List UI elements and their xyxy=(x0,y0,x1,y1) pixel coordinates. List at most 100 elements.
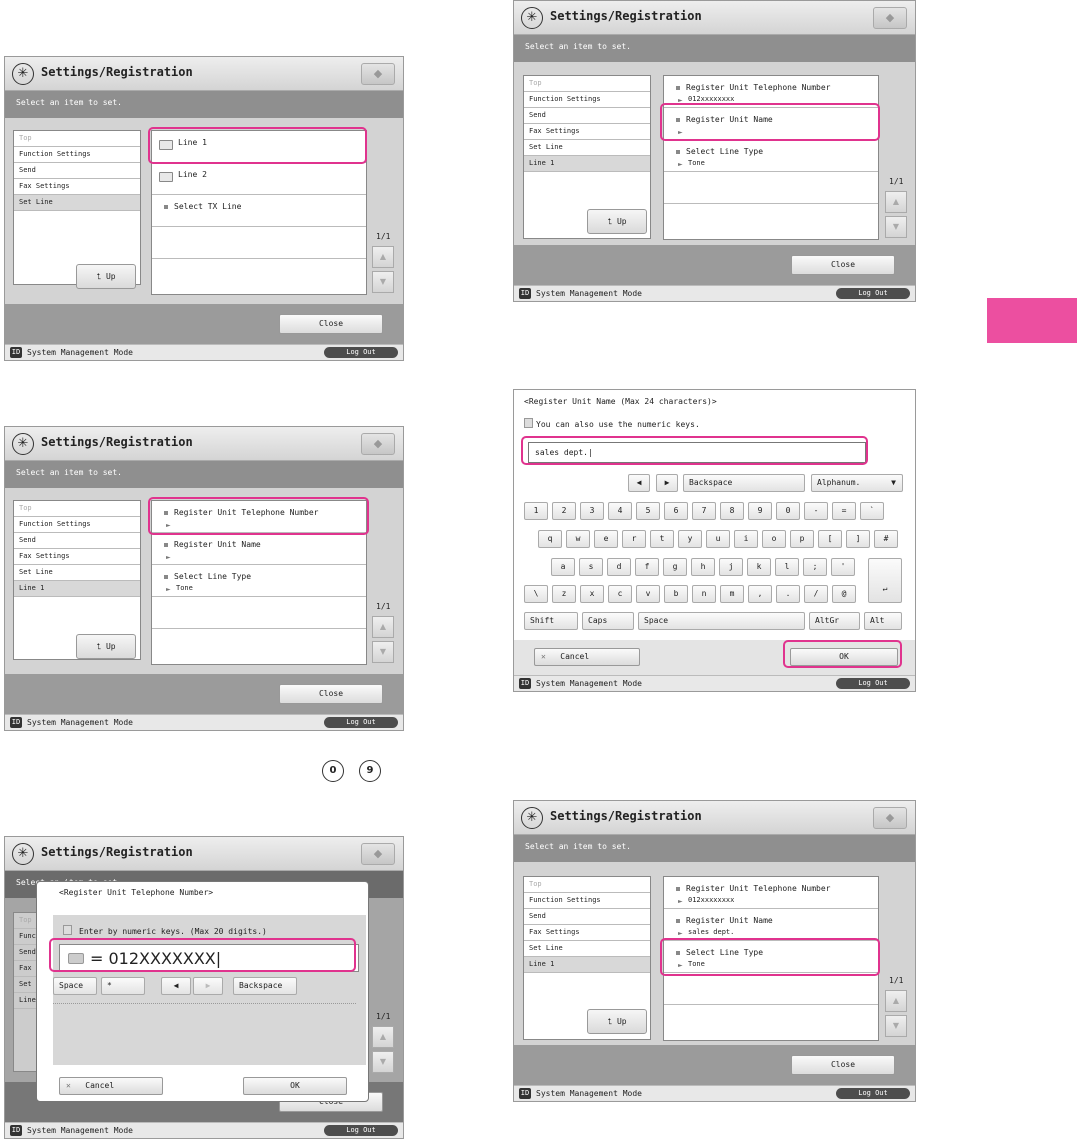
key-row4-9[interactable]: . xyxy=(776,585,800,603)
tree-item-function-settings[interactable]: Function Settings xyxy=(14,517,140,533)
key-row4-6[interactable]: n xyxy=(692,585,716,603)
key-row1-11[interactable]: = xyxy=(832,502,856,520)
ok-button[interactable]: OK xyxy=(790,648,898,666)
space-key[interactable]: Space xyxy=(53,977,97,995)
scroll-up-button[interactable]: ▲ xyxy=(372,616,394,638)
key-row1-3[interactable]: 4 xyxy=(608,502,632,520)
key-row2-3[interactable]: r xyxy=(622,530,646,548)
cursor-right-button[interactable]: ▶ xyxy=(656,474,678,492)
key-row3-7[interactable]: k xyxy=(747,558,771,576)
key-row1-10[interactable]: - xyxy=(804,502,828,520)
backspace-button[interactable]: Backspace xyxy=(683,474,805,492)
key-row3-8[interactable]: l xyxy=(775,558,799,576)
tel-number-input[interactable]: = 012XXXXXXX| xyxy=(59,944,359,972)
scroll-up-button[interactable]: ▲ xyxy=(372,246,394,268)
key-row2-11[interactable]: ] xyxy=(846,530,870,548)
key-row3-3[interactable]: f xyxy=(635,558,659,576)
key-row3-2[interactable]: d xyxy=(607,558,631,576)
shift-key[interactable]: Shift xyxy=(524,612,578,630)
tree-item-send[interactable]: Send xyxy=(524,909,650,925)
key-row3-6[interactable]: j xyxy=(719,558,743,576)
scroll-up-button[interactable]: ▲ xyxy=(885,191,907,213)
key-row1-4[interactable]: 5 xyxy=(636,502,660,520)
name-input[interactable]: sales dept.| xyxy=(528,442,866,463)
key-row4-11[interactable]: @ xyxy=(832,585,856,603)
cursor-left-button[interactable]: ◀ xyxy=(161,977,191,995)
ok-button[interactable]: OK xyxy=(243,1077,347,1095)
key-row4-0[interactable]: \ xyxy=(524,585,548,603)
cube-icon[interactable]: ◆ xyxy=(873,807,907,829)
tree-item-function-settings[interactable]: Function Settings xyxy=(14,147,140,163)
tree-item-function-settings[interactable]: Function Settings xyxy=(524,92,650,108)
key-row4-10[interactable]: / xyxy=(804,585,828,603)
tree-item-top[interactable]: Top xyxy=(14,501,140,517)
up-button[interactable]: ⮤ Up xyxy=(587,1009,647,1034)
cancel-button[interactable]: ✕ Cancel xyxy=(59,1077,163,1095)
tree-item-fax-settings[interactable]: Fax Settings xyxy=(524,925,650,941)
tree-item-set-line[interactable]: Set Line xyxy=(524,140,650,156)
key-row3-4[interactable]: g xyxy=(663,558,687,576)
key-row3-0[interactable]: a xyxy=(551,558,575,576)
key-row2-6[interactable]: u xyxy=(706,530,730,548)
list-item[interactable]: Register Unit Name ► sales dept. xyxy=(664,909,878,941)
tree-item-send[interactable]: Send xyxy=(14,533,140,549)
cube-icon[interactable]: ◆ xyxy=(361,433,395,455)
caps-key[interactable]: Caps xyxy=(582,612,634,630)
logout-button[interactable]: Log Out xyxy=(836,678,910,689)
list-item[interactable]: Select Line Type ► Tone xyxy=(152,565,366,597)
key-row4-5[interactable]: b xyxy=(664,585,688,603)
close-button[interactable]: Close xyxy=(791,255,895,275)
key-row1-9[interactable]: 0 xyxy=(776,502,800,520)
key-row1-8[interactable]: 9 xyxy=(748,502,772,520)
key-row1-5[interactable]: 6 xyxy=(664,502,688,520)
key-row2-1[interactable]: w xyxy=(566,530,590,548)
list-item[interactable]: Line 1 xyxy=(152,131,366,163)
list-item[interactable]: Register Unit Name ► xyxy=(664,108,878,140)
cursor-left-button[interactable]: ◀ xyxy=(628,474,650,492)
key-row1-7[interactable]: 8 xyxy=(720,502,744,520)
key-row4-4[interactable]: v xyxy=(636,585,660,603)
up-button[interactable]: ⮤ Up xyxy=(76,634,136,659)
tree-item-set-line[interactable]: Set Line xyxy=(14,565,140,581)
key-row3-10[interactable]: ' xyxy=(831,558,855,576)
key-row4-3[interactable]: c xyxy=(608,585,632,603)
list-item[interactable]: Select Line Type ► Tone xyxy=(664,941,878,973)
key-row2-10[interactable]: [ xyxy=(818,530,842,548)
tree-item-line1[interactable]: Line 1 xyxy=(14,581,140,597)
list-item[interactable]: Register Unit Name ► xyxy=(152,533,366,565)
key-row1-2[interactable]: 3 xyxy=(580,502,604,520)
scroll-down-button[interactable]: ▼ xyxy=(372,641,394,663)
tree-item-top[interactable]: Top xyxy=(524,76,650,92)
logout-button[interactable]: Log Out xyxy=(324,1125,398,1136)
key-row4-1[interactable]: z xyxy=(552,585,576,603)
key-row3-1[interactable]: s xyxy=(579,558,603,576)
scroll-down-button[interactable]: ▼ xyxy=(885,216,907,238)
scroll-up-button[interactable]: ▲ xyxy=(885,990,907,1012)
list-item[interactable]: Select TX Line xyxy=(152,195,366,227)
logout-button[interactable]: Log Out xyxy=(324,347,398,358)
cancel-button[interactable]: ✕ Cancel xyxy=(534,648,640,666)
list-item[interactable]: Register Unit Telephone Number ► xyxy=(152,501,366,533)
list-item[interactable]: Select Line Type ► Tone xyxy=(664,140,878,172)
tree-item-line1[interactable]: Line 1 xyxy=(524,156,650,172)
key-row3-9[interactable]: ; xyxy=(803,558,827,576)
tree-item-fax-settings[interactable]: Fax Settings xyxy=(14,549,140,565)
key-row2-2[interactable]: e xyxy=(594,530,618,548)
altgr-key[interactable]: AltGr xyxy=(809,612,860,630)
key-row2-7[interactable]: i xyxy=(734,530,758,548)
list-item[interactable]: Line 2 xyxy=(152,163,366,195)
list-item[interactable]: Register Unit Telephone Number ► 012xxxxxx… xyxy=(664,877,878,909)
up-button[interactable]: ⮤ Up xyxy=(587,209,647,234)
tree-item-send[interactable]: Send xyxy=(524,108,650,124)
close-button[interactable]: Close xyxy=(279,684,383,704)
tree-item-top[interactable]: Top xyxy=(14,131,140,147)
tree-item-send[interactable]: Send xyxy=(14,163,140,179)
list-item[interactable]: Register Unit Telephone Number ► 012xxxxxx… xyxy=(664,76,878,108)
backspace-button[interactable]: Backspace xyxy=(233,977,297,995)
scroll-down-button[interactable]: ▼ xyxy=(372,271,394,293)
key-row1-0[interactable]: 1 xyxy=(524,502,548,520)
key-row2-5[interactable]: y xyxy=(678,530,702,548)
key-row2-0[interactable]: q xyxy=(538,530,562,548)
enter-key[interactable]: ↵ xyxy=(868,558,902,603)
space-key[interactable]: Space xyxy=(638,612,805,630)
